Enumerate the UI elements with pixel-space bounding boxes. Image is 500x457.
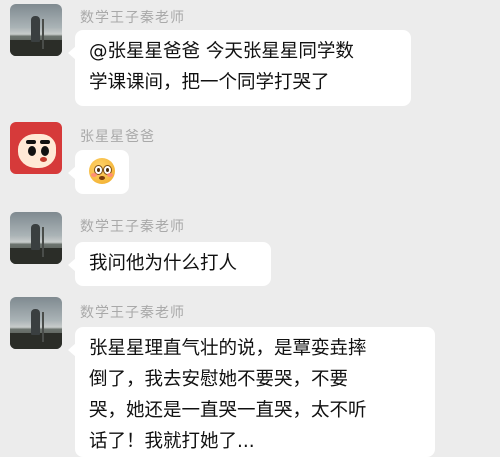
message-line: 哭，她还是一直哭一直哭，太不听 <box>89 400 367 421</box>
message-bubble[interactable]: 张星星理直气壮的说，是覃娈垚摔 倒了，我去安慰她不要哭，不要 哭，她还是一直哭一… <box>68 327 435 457</box>
chat-window: 数学王子秦老师 @张星星爸爸 今天张星星同学数 学课课间，把一个同学打哭了 张星… <box>0 0 500 457</box>
message-bubble[interactable]: @张星星爸爸 今天张星星同学数 学课课间，把一个同学打哭了 <box>68 30 411 106</box>
sender-name: 数学王子秦老师 <box>80 219 185 235</box>
sender-name: 数学王子秦老师 <box>80 305 185 321</box>
flushed-face-icon <box>89 158 115 184</box>
teacher-avatar[interactable] <box>10 297 62 349</box>
teacher-avatar[interactable] <box>10 4 62 56</box>
sender-name: 数学王子秦老师 <box>80 10 185 26</box>
message-line: 我问他为什么打人 <box>89 253 238 274</box>
sender-name: 张星星爸爸 <box>80 129 155 145</box>
message-bubble[interactable] <box>68 150 129 194</box>
message-line: 学课课间，把一个同学打哭了 <box>89 72 330 93</box>
message-line: 张星星理直气壮的说，是覃娈垚摔 <box>89 338 367 359</box>
message-line: 话了！我就打她了... <box>89 431 255 452</box>
message-bubble[interactable]: 我问他为什么打人 <box>68 242 271 286</box>
parent-avatar[interactable] <box>10 122 62 174</box>
teacher-avatar[interactable] <box>10 212 62 264</box>
message-line: @张星星爸爸 今天张星星同学数 <box>89 41 354 62</box>
message-line: 倒了，我去安慰她不要哭，不要 <box>89 369 349 390</box>
